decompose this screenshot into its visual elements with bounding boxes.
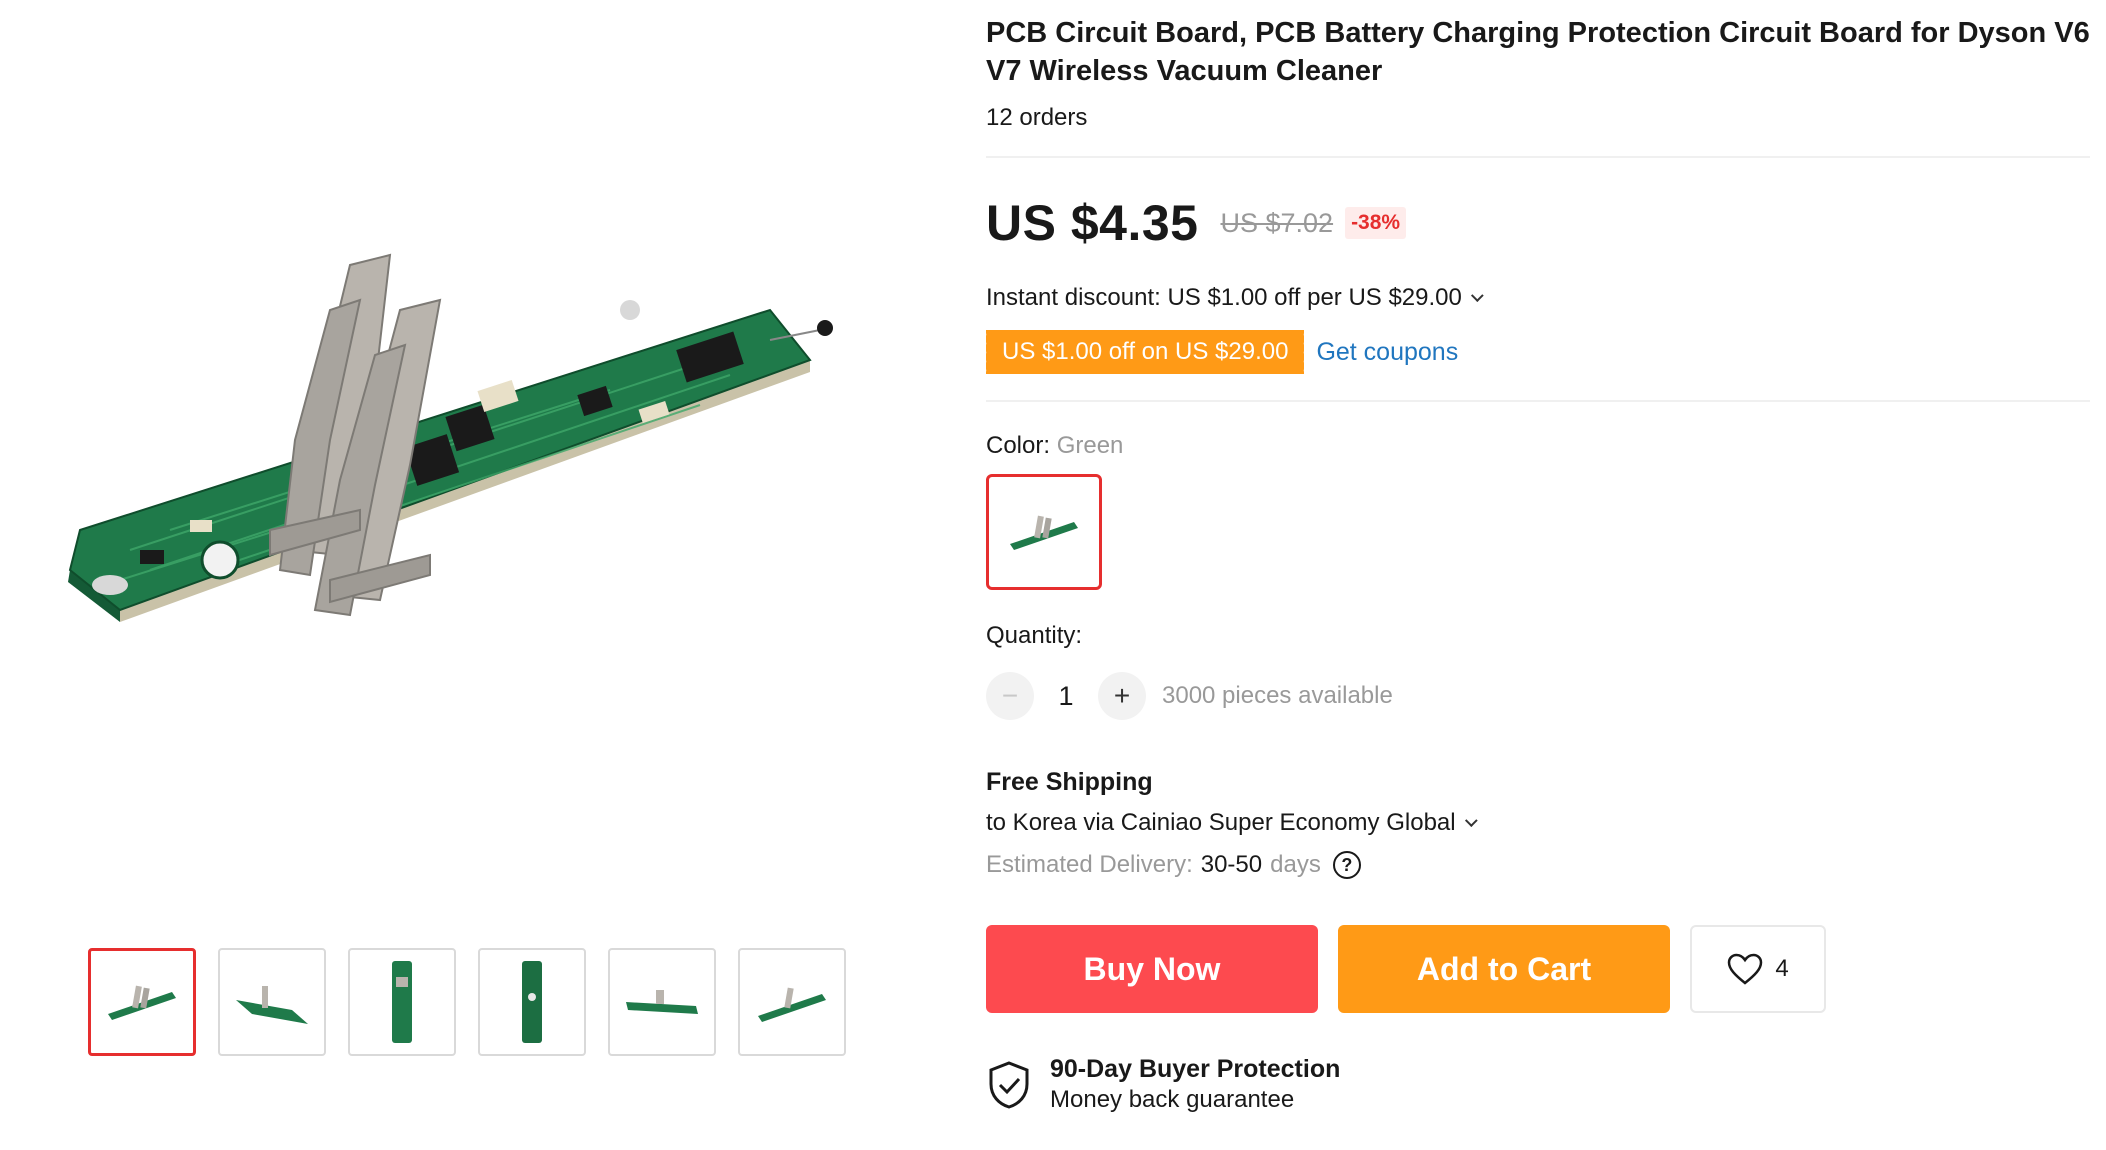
product-info-panel: PCB Circuit Board, PCB Battery Charging …: [982, 0, 2090, 1114]
instant-discount[interactable]: Instant discount: US $1.00 off per US $2…: [986, 284, 2090, 312]
thumbnail-strip: [88, 948, 846, 1056]
estimated-delivery: Estimated Delivery: 30-50 days ?: [986, 851, 2090, 879]
orders-count: 12 orders: [986, 104, 1088, 131]
thumbnail-2[interactable]: [218, 948, 326, 1056]
product-title: PCB Circuit Board, PCB Battery Charging …: [986, 17, 2090, 87]
quantity-value[interactable]: 1: [1034, 681, 1098, 712]
buy-now-button[interactable]: Buy Now: [986, 925, 1318, 1013]
protection-subtitle: Money back guarantee: [1050, 1086, 1295, 1113]
swatch-pcb-image: [1010, 515, 1078, 550]
instant-discount-text: Instant discount: US $1.00 off per US $2…: [986, 284, 1462, 311]
estimated-delivery-value: 30-50: [1200, 851, 1263, 878]
thumbnail-pcb-image: [626, 990, 698, 1014]
wishlist-button[interactable]: 4: [1690, 925, 1826, 1013]
protection-title: 90-Day Buyer Protection: [1050, 1055, 1341, 1083]
thumbnail-pcb-image: [236, 986, 308, 1024]
thumbnail-pcb-image: [108, 985, 176, 1020]
coupon-tag[interactable]: US $1.00 off on US $29.00: [982, 330, 1308, 374]
shield-check-icon: [989, 1060, 1029, 1109]
thumbnail-4[interactable]: [478, 948, 586, 1056]
quantity-label: Quantity:: [986, 622, 1083, 649]
heart-icon: [1728, 953, 1763, 985]
color-selected-value: Green: [1056, 432, 1124, 459]
pcb-board-image: [68, 253, 833, 622]
thumbnail-5[interactable]: [608, 948, 716, 1056]
thumbnail-3[interactable]: [348, 948, 456, 1056]
shipping-title: Free Shipping: [986, 768, 1153, 796]
quantity-plus-button[interactable]: +: [1098, 672, 1146, 720]
add-to-cart-button[interactable]: Add to Cart: [1338, 925, 1670, 1013]
chevron-down-icon: [1470, 288, 1484, 302]
coupon-row: US $1.00 off on US $29.00 Get coupons: [982, 330, 2090, 374]
color-label: Color: Green: [986, 432, 2090, 460]
thumbnail-pcb-image: [758, 987, 826, 1022]
shipping-route-text: to Korea via Cainiao Super Economy Globa…: [986, 809, 1456, 836]
thumbnail-6[interactable]: [738, 948, 846, 1056]
thumbnail-pcb-image: [522, 961, 542, 1043]
chevron-down-icon: [1464, 813, 1478, 827]
original-price: US $7.02: [1220, 207, 1334, 238]
wishlist-count: 4: [1775, 955, 1789, 982]
divider: [986, 156, 2090, 158]
buyer-protection: 90-Day Buyer Protection Money back guara…: [986, 1055, 2090, 1114]
get-coupons-link[interactable]: Get coupons: [1316, 338, 1458, 367]
price-row: US $4.35 US $7.02 -38%: [986, 194, 2090, 252]
estimated-delivery-unit: days: [1270, 851, 1321, 878]
color-label-text: Color:: [986, 432, 1051, 459]
discount-badge: -38%: [1345, 207, 1407, 239]
stock-available: 3000 pieces available: [1162, 682, 1393, 709]
current-price: US $4.35: [986, 195, 1199, 251]
action-buttons: Buy Now Add to Cart 4: [986, 925, 2090, 1013]
shipping-route[interactable]: to Korea via Cainiao Super Economy Globa…: [986, 809, 2090, 837]
thumbnail-pcb-image: [392, 961, 412, 1043]
quantity-minus-button[interactable]: −: [986, 672, 1034, 720]
help-icon[interactable]: ?: [1332, 851, 1361, 879]
estimated-delivery-label: Estimated Delivery:: [986, 851, 1193, 878]
quantity-stepper: − 1 + 3000 pieces available: [986, 672, 2090, 720]
main-product-image[interactable]: [0, 0, 920, 920]
color-swatch-green[interactable]: [986, 474, 1102, 590]
divider: [986, 400, 2090, 402]
thumbnail-1[interactable]: [88, 948, 196, 1056]
coupon-label: US $1.00 off on US $29.00: [1002, 338, 1289, 365]
